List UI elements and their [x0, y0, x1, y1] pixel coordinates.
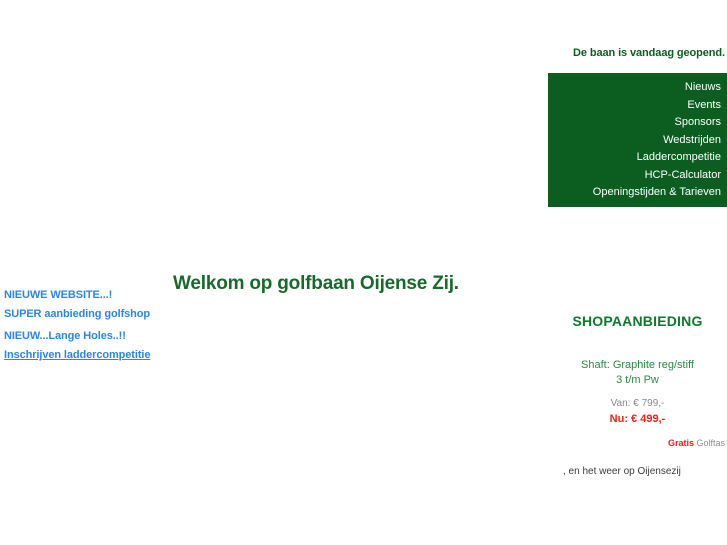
shop-offer-panel: SHOPAANBIEDING Shaft: Graphite reg/stiff… — [548, 313, 727, 477]
link-super-aanbieding-golfshop[interactable]: SUPER aanbieding golfshop — [4, 308, 234, 320]
weather-link-text[interactable]: , en het weer op Oijensezij — [548, 466, 727, 477]
shop-spec-range: 3 t/m Pw — [616, 374, 659, 386]
free-gift-item: Golftas — [693, 438, 725, 448]
price-original: Van: € 799,- — [610, 398, 665, 409]
link-nieuwe-website[interactable]: NIEUWE WEBSITE...! — [4, 289, 234, 301]
nav-item-laddercompetitie[interactable]: Laddercompetitie — [548, 149, 721, 167]
shop-offer-specs: Shaft: Graphite reg/stiff 3 t/m Pw — [548, 358, 727, 388]
free-gift-line: Gratis Golftas — [548, 437, 727, 449]
nav-item-sponsors[interactable]: Sponsors — [548, 114, 721, 132]
news-link-list: NIEUWE WEBSITE...! SUPER aanbieding golf… — [4, 289, 234, 361]
shop-spec-shaft: Shaft: Graphite reg/stiff — [581, 359, 694, 371]
shop-offer-title: SHOPAANBIEDING — [572, 313, 703, 329]
link-inschrijven-laddercompetitie[interactable]: Inschrijven laddercompetitie — [4, 349, 234, 361]
main-navigation: Nieuws Events Sponsors Wedstrijden Ladde… — [548, 73, 727, 207]
price-discounted: Nu: € 499,- — [609, 413, 666, 425]
link-nieuw-lange-holes[interactable]: NIEUW...Lange Holes..!! — [4, 330, 234, 342]
nav-item-wedstrijden[interactable]: Wedstrijden — [548, 132, 721, 150]
free-gift-label: Gratis — [667, 438, 694, 448]
nav-item-openingstijden-tarieven[interactable]: Openingstijden & Tarieven — [548, 184, 721, 202]
course-open-status: De baan is vandaag geopend. — [573, 47, 725, 59]
nav-item-events[interactable]: Events — [548, 97, 721, 115]
nav-item-nieuws[interactable]: Nieuws — [548, 79, 721, 97]
nav-item-hcp-calculator[interactable]: HCP-Calculator — [548, 167, 721, 185]
